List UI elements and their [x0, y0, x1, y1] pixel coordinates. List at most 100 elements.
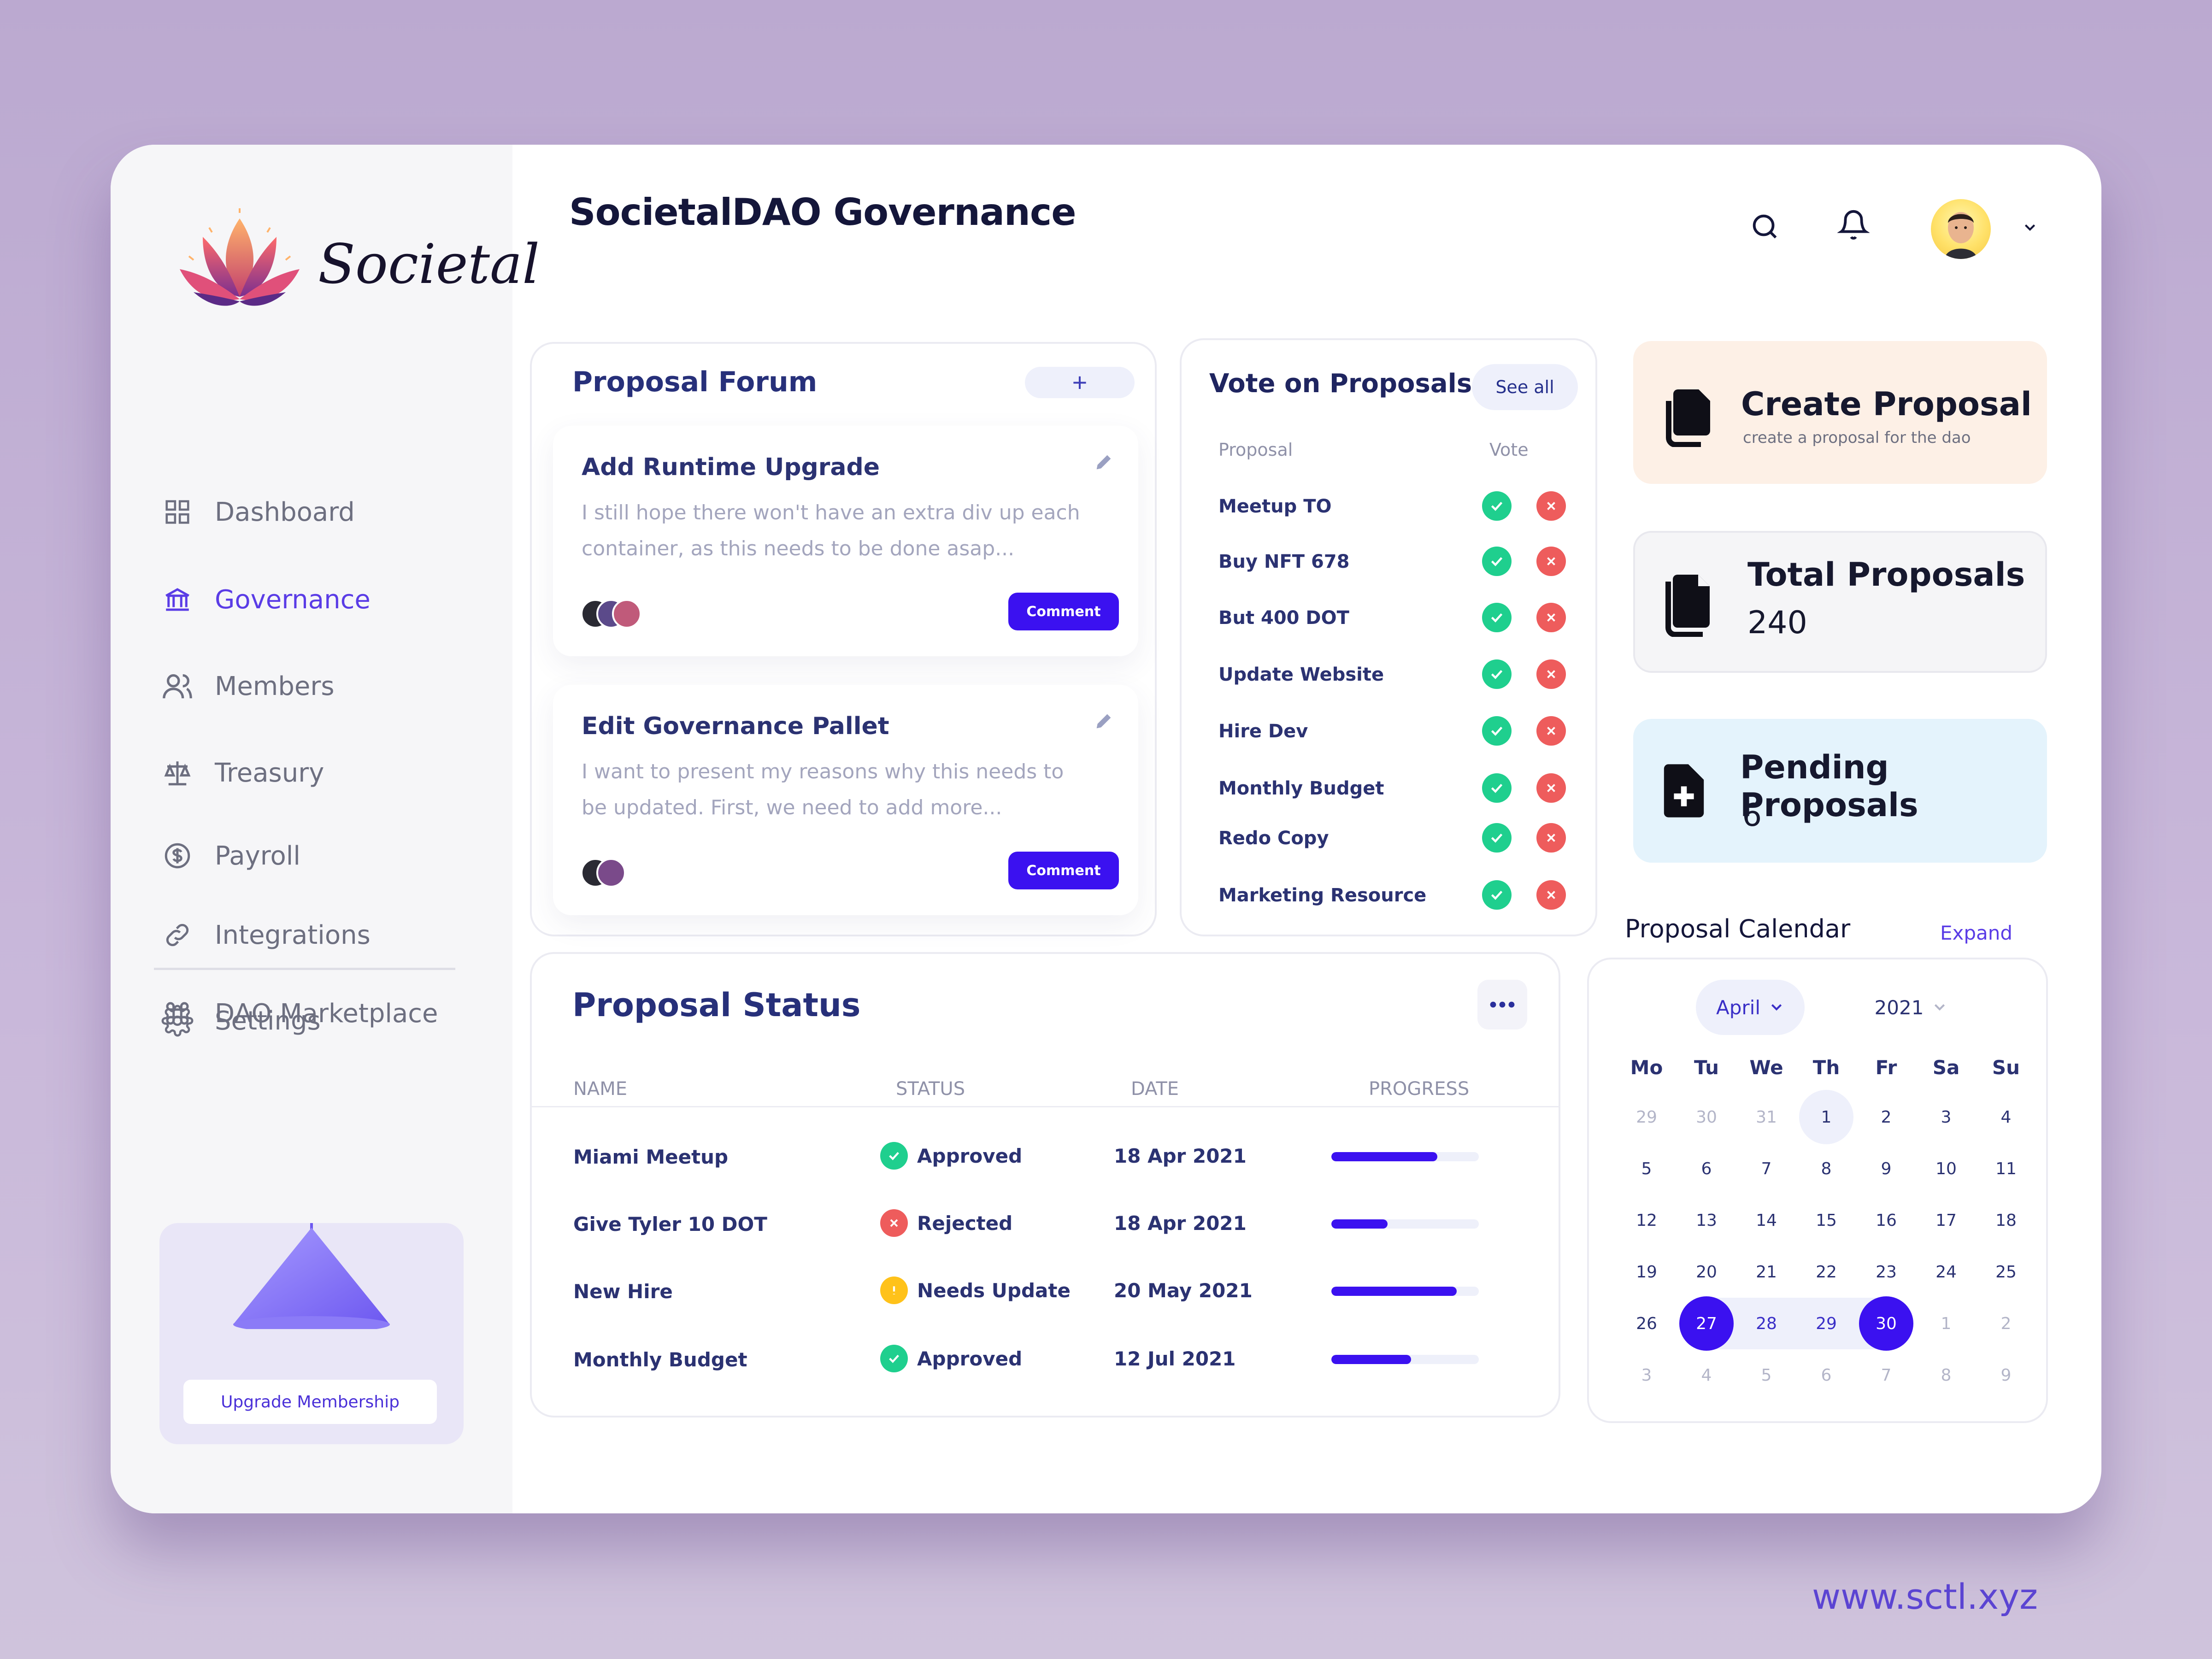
approve-vote-button[interactable] — [1482, 491, 1512, 521]
day-number: 10 — [1936, 1159, 1957, 1178]
calendar-day[interactable]: 6 — [1679, 1143, 1734, 1194]
calendar-day[interactable]: 19 — [1619, 1246, 1674, 1298]
calendar-day[interactable]: 5 — [1739, 1349, 1794, 1401]
comment-button[interactable]: Comment — [1008, 593, 1119, 630]
calendar-day[interactable]: 23 — [1859, 1246, 1914, 1298]
calendar-day[interactable]: 27 — [1679, 1296, 1734, 1351]
calendar-day[interactable]: 28 — [1739, 1298, 1794, 1349]
calendar-day[interactable]: 20 — [1679, 1246, 1734, 1298]
check-icon — [1491, 670, 1503, 679]
calendar-day[interactable]: 8 — [1799, 1143, 1854, 1194]
pencil-icon[interactable] — [1093, 711, 1114, 732]
sidebar-item-settings[interactable]: Settings — [160, 995, 321, 1046]
approve-vote-button[interactable] — [1482, 547, 1512, 576]
approve-vote-button[interactable] — [1482, 659, 1512, 689]
reject-vote-button[interactable] — [1536, 659, 1566, 689]
calendar-day[interactable]: 6 — [1799, 1349, 1854, 1401]
calendar-day[interactable]: 29 — [1799, 1298, 1854, 1349]
reject-vote-button[interactable] — [1536, 823, 1566, 853]
reject-vote-button[interactable] — [1536, 880, 1566, 910]
sidebar-item-governance[interactable]: Governance — [160, 574, 371, 625]
bell-icon[interactable] — [1835, 206, 1872, 243]
sidebar-item-treasury[interactable]: Treasury — [160, 747, 324, 798]
check-icon — [1491, 501, 1503, 511]
sidebar-item-dashboard[interactable]: Dashboard — [160, 487, 355, 537]
page-title: SocietalDAO Governance — [569, 191, 1077, 234]
table-row[interactable]: New Hire Needs Update 20 May 2021 — [532, 1258, 1559, 1323]
calendar-day[interactable]: 18 — [1978, 1194, 2034, 1246]
approve-vote-button[interactable] — [1482, 823, 1512, 853]
upgrade-membership-button[interactable]: Upgrade Membership — [183, 1380, 437, 1424]
calendar-day[interactable]: 14 — [1739, 1194, 1794, 1246]
calendar-day[interactable]: 1 — [1799, 1090, 1854, 1144]
calendar-day[interactable]: 3 — [1918, 1091, 1974, 1143]
approve-vote-button[interactable] — [1482, 716, 1512, 746]
day-number: 22 — [1816, 1262, 1837, 1282]
approve-vote-button[interactable] — [1482, 773, 1512, 803]
calendar-day[interactable]: 9 — [1978, 1349, 2034, 1401]
sidebar-item-label: Integrations — [215, 920, 371, 950]
approve-vote-button[interactable] — [1482, 603, 1512, 632]
day-number: 11 — [1995, 1159, 2017, 1178]
day-number: 8 — [1821, 1159, 1832, 1178]
sidebar-item-label: Treasury — [215, 758, 324, 788]
check-icon — [1491, 613, 1503, 623]
calendar-day[interactable]: 10 — [1918, 1143, 1974, 1194]
calendar-day[interactable]: 3 — [1619, 1349, 1674, 1401]
sidebar-item-payroll[interactable]: Payroll — [160, 830, 300, 881]
calendar-expand-link[interactable]: Expand — [1940, 922, 2012, 944]
calendar-day[interactable]: 17 — [1918, 1194, 1974, 1246]
calendar-day[interactable]: 7 — [1739, 1143, 1794, 1194]
calendar-day[interactable]: 8 — [1918, 1349, 1974, 1401]
calendar-day[interactable]: 2 — [1978, 1298, 2034, 1349]
calendar-day[interactable]: 22 — [1799, 1246, 1854, 1298]
calendar-day[interactable]: 25 — [1978, 1246, 2034, 1298]
total-proposals-title: Total Proposals — [1747, 556, 2025, 594]
calendar-day[interactable]: 4 — [1679, 1349, 1734, 1401]
more-button[interactable] — [1477, 980, 1527, 1030]
add-post-button[interactable]: + — [1025, 367, 1135, 398]
approve-vote-button[interactable] — [1482, 880, 1512, 910]
table-row[interactable]: Monthly Budget Approved 12 Jul 2021 — [532, 1326, 1559, 1391]
reject-vote-button[interactable] — [1536, 547, 1566, 576]
reject-vote-button[interactable] — [1536, 603, 1566, 632]
calendar-day[interactable]: 13 — [1679, 1194, 1734, 1246]
see-all-button[interactable]: See all — [1472, 364, 1578, 410]
month-select[interactable]: April — [1696, 980, 1805, 1035]
calendar-day[interactable]: 2 — [1859, 1091, 1914, 1143]
calendar-day[interactable]: 9 — [1859, 1143, 1914, 1194]
calendar-day[interactable]: 30 — [1859, 1296, 1914, 1351]
table-row[interactable]: Miami Meetup Approved 18 Apr 2021 — [532, 1124, 1559, 1188]
calendar-day[interactable]: 1 — [1918, 1298, 1974, 1349]
year-select[interactable]: 2021 — [1867, 980, 1955, 1035]
pencil-icon[interactable] — [1093, 452, 1114, 473]
sidebar-item-integrations[interactable]: Integrations — [160, 910, 371, 960]
reject-vote-button[interactable] — [1536, 491, 1566, 521]
search-icon[interactable] — [1747, 208, 1783, 245]
calendar-day[interactable]: 5 — [1619, 1143, 1674, 1194]
calendar-day[interactable]: 11 — [1978, 1143, 2034, 1194]
create-proposal-card[interactable]: Create Proposal create a proposal for th… — [1633, 341, 2047, 484]
calendar-day[interactable]: 15 — [1799, 1194, 1854, 1246]
sidebar-item-members[interactable]: Members — [160, 661, 335, 712]
calendar-day[interactable]: 7 — [1859, 1349, 1914, 1401]
calendar-day[interactable]: 30 — [1679, 1091, 1734, 1143]
footer-url[interactable]: www.sctl.xyz — [1812, 1576, 2038, 1617]
calendar-day[interactable]: 31 — [1739, 1091, 1794, 1143]
comment-button[interactable]: Comment — [1008, 852, 1119, 889]
table-row[interactable]: Give Tyler 10 DOT Rejected 18 Apr 2021 — [532, 1191, 1559, 1255]
calendar-day[interactable]: 4 — [1978, 1091, 2034, 1143]
calendar-day[interactable]: 16 — [1859, 1194, 1914, 1246]
check-icon — [1491, 726, 1503, 736]
reject-vote-button[interactable] — [1536, 773, 1566, 803]
lamp-icon — [233, 1223, 390, 1329]
calendar-day[interactable]: 26 — [1619, 1298, 1674, 1349]
calendar-day[interactable]: 21 — [1739, 1246, 1794, 1298]
reject-vote-button[interactable] — [1536, 716, 1566, 746]
chevron-down-icon[interactable] — [2016, 209, 2044, 246]
avatar[interactable] — [1931, 199, 1991, 259]
calendar-day[interactable]: 12 — [1619, 1194, 1674, 1246]
calendar-day[interactable]: 24 — [1918, 1246, 1974, 1298]
vote-proposal-name: But 400 DOT — [1218, 607, 1349, 629]
calendar-day[interactable]: 29 — [1619, 1091, 1674, 1143]
